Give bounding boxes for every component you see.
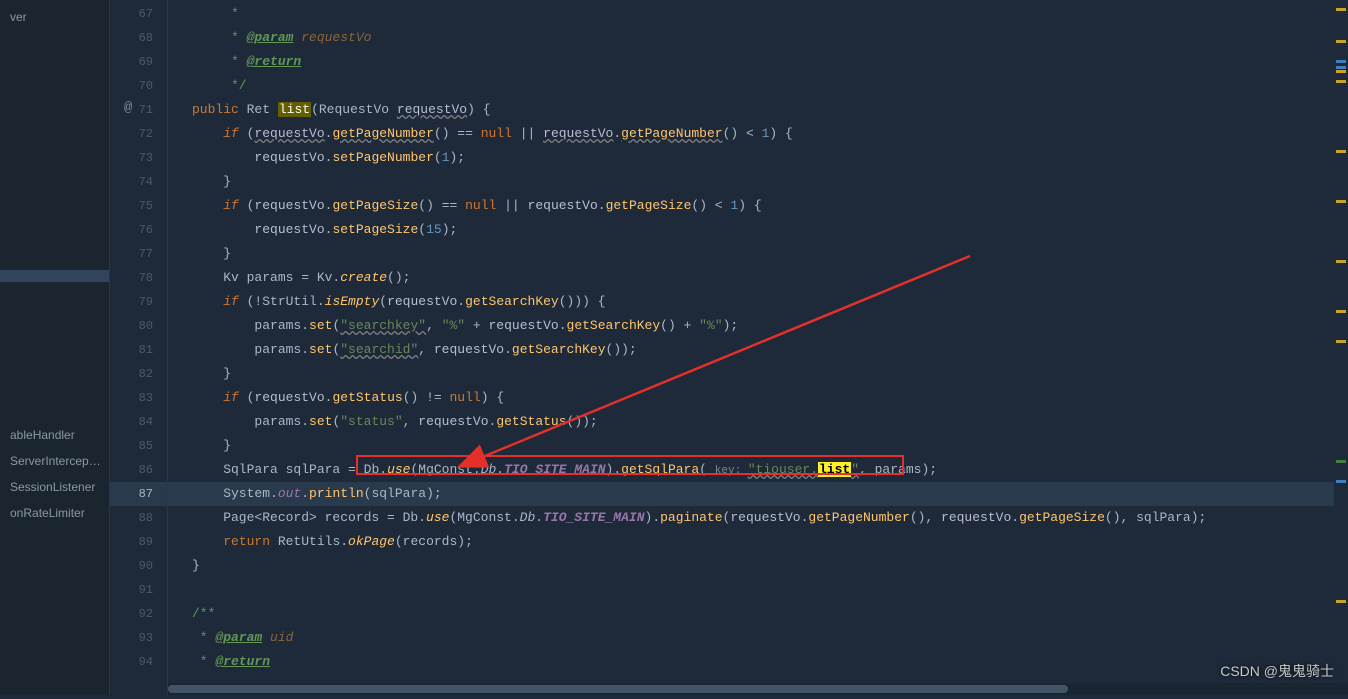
code-line[interactable]: if (requestVo.getPageNumber() == null ||… [168, 122, 1348, 146]
minimap-mark[interactable] [1336, 70, 1346, 73]
code-line[interactable]: * @return [168, 650, 1348, 674]
line-number[interactable]: 68 [110, 26, 167, 50]
code-line[interactable]: * @param uid [168, 626, 1348, 650]
code-editor[interactable]: * * @param requestVo * @return */public … [168, 0, 1348, 695]
code-line[interactable]: params.set("status", requestVo.getStatus… [168, 410, 1348, 434]
code-line[interactable]: } [168, 362, 1348, 386]
code-line[interactable]: if (!StrUtil.isEmpty(requestVo.getSearch… [168, 290, 1348, 314]
minimap-mark[interactable] [1336, 150, 1346, 153]
code-line[interactable]: public Ret list(RequestVo requestVo) { [168, 98, 1348, 122]
code-line[interactable]: * @return [168, 50, 1348, 74]
code-line[interactable]: return RetUtils.okPage(records); [168, 530, 1348, 554]
error-stripe-minimap[interactable] [1334, 0, 1348, 660]
code-line[interactable]: * [168, 2, 1348, 26]
sidebar-item[interactable]: ver [0, 4, 109, 30]
code-line[interactable]: Page<Record> records = Db.use(MgConst.Db… [168, 506, 1348, 530]
line-number[interactable]: 81 [110, 338, 167, 362]
code-line[interactable]: /** [168, 602, 1348, 626]
editor-root: ver ableHandlerServerInterceptorSessionLi… [0, 0, 1348, 695]
minimap-mark[interactable] [1336, 460, 1346, 463]
line-number[interactable]: 79 [110, 290, 167, 314]
code-line[interactable]: if (requestVo.getStatus() != null) { [168, 386, 1348, 410]
line-number[interactable]: 83 [110, 386, 167, 410]
line-number[interactable]: 70 [110, 74, 167, 98]
code-line[interactable]: } [168, 242, 1348, 266]
project-sidebar[interactable]: ver ableHandlerServerInterceptorSessionLi… [0, 0, 110, 695]
minimap-mark[interactable] [1336, 340, 1346, 343]
sidebar-item[interactable]: SessionListener [0, 474, 109, 500]
minimap-mark[interactable] [1336, 200, 1346, 203]
minimap-mark[interactable] [1336, 8, 1346, 11]
code-line[interactable]: * @param requestVo [168, 26, 1348, 50]
minimap-mark[interactable] [1336, 600, 1346, 603]
sidebar-item[interactable] [0, 270, 109, 282]
minimap-mark[interactable] [1336, 480, 1346, 483]
line-number[interactable]: 84 [110, 410, 167, 434]
line-number[interactable]: 72 [110, 122, 167, 146]
code-area[interactable]: * * @param requestVo * @return */public … [168, 0, 1348, 674]
code-line[interactable]: } [168, 554, 1348, 578]
minimap-mark[interactable] [1336, 260, 1346, 263]
line-number[interactable]: 86 [110, 458, 167, 482]
line-number[interactable]: 90 [110, 554, 167, 578]
code-line[interactable]: System.out.println(sqlPara); [168, 482, 1348, 506]
line-number[interactable]: 92 [110, 602, 167, 626]
code-line[interactable] [168, 578, 1348, 602]
code-line[interactable]: requestVo.setPageNumber(1); [168, 146, 1348, 170]
line-number[interactable]: 94 [110, 650, 167, 674]
minimap-mark[interactable] [1336, 60, 1346, 63]
line-number[interactable]: 76 [110, 218, 167, 242]
minimap-mark[interactable] [1336, 310, 1346, 313]
line-number[interactable]: 67 [110, 2, 167, 26]
code-line[interactable]: */ [168, 74, 1348, 98]
sidebar-item[interactable]: ableHandler [0, 422, 109, 448]
sidebar-item[interactable]: onRateLimiter [0, 500, 109, 526]
line-number[interactable]: 91 [110, 578, 167, 602]
minimap-mark[interactable] [1336, 80, 1346, 83]
line-number[interactable]: 71 [110, 98, 167, 122]
line-number[interactable]: 77 [110, 242, 167, 266]
line-number[interactable]: 73 [110, 146, 167, 170]
code-line[interactable]: if (requestVo.getPageSize() == null || r… [168, 194, 1348, 218]
line-number[interactable]: 89 [110, 530, 167, 554]
line-number[interactable]: 75 [110, 194, 167, 218]
code-line[interactable]: SqlPara sqlPara = Db.use(MgConst.Db.TIO_… [168, 458, 1348, 482]
watermark-label: CSDN @鬼鬼骑士 [1220, 661, 1334, 681]
code-line[interactable]: Kv params = Kv.create(); [168, 266, 1348, 290]
code-line[interactable]: params.set("searchid", requestVo.getSear… [168, 338, 1348, 362]
scrollbar-thumb[interactable] [168, 685, 1068, 693]
sidebar-item[interactable]: ServerInterceptor [0, 448, 109, 474]
line-number[interactable]: 80 [110, 314, 167, 338]
line-number-gutter[interactable]: 6768697071727374757677787980818283848586… [110, 0, 168, 695]
code-line[interactable]: params.set("searchkey", "%" + requestVo.… [168, 314, 1348, 338]
minimap-mark[interactable] [1336, 66, 1346, 69]
code-line[interactable]: } [168, 170, 1348, 194]
line-number[interactable]: 93 [110, 626, 167, 650]
line-number[interactable]: 69 [110, 50, 167, 74]
line-number[interactable]: 85 [110, 434, 167, 458]
line-number[interactable]: 88 [110, 506, 167, 530]
line-number[interactable]: 87 [110, 482, 167, 506]
horizontal-scrollbar[interactable] [168, 683, 1348, 695]
line-number[interactable]: 78 [110, 266, 167, 290]
line-number[interactable]: 74 [110, 170, 167, 194]
line-number[interactable]: 82 [110, 362, 167, 386]
minimap-mark[interactable] [1336, 40, 1346, 43]
code-line[interactable]: requestVo.setPageSize(15); [168, 218, 1348, 242]
code-line[interactable]: } [168, 434, 1348, 458]
